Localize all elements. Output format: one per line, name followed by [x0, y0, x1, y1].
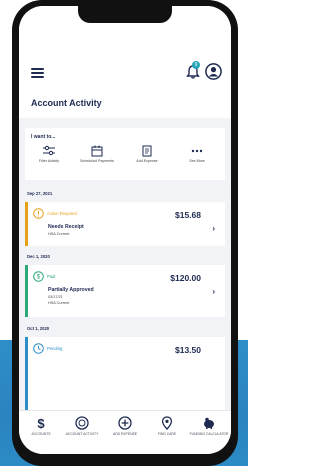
receipt-icon [142, 145, 152, 157]
activity-date: Oct 1, 2020 [27, 326, 50, 331]
nav-add-expense[interactable]: ADD EXPENSE [105, 416, 145, 436]
warning-icon [33, 208, 44, 219]
amount: $120.00 [170, 273, 201, 283]
scheduled-payments-label: Scheduled Payments [80, 159, 114, 163]
nav-label: ADD EXPENSE [112, 432, 138, 436]
phone-notch [78, 6, 172, 23]
page-title: Account Activity [31, 98, 102, 108]
location-pin-icon [161, 416, 173, 430]
hamburger-menu-icon[interactable] [31, 68, 44, 78]
status-bar [25, 265, 28, 317]
sliders-icon [43, 145, 55, 156]
activity-icon [75, 416, 89, 430]
calendar-icon [91, 145, 103, 157]
activity-title: Partially Approved [48, 287, 94, 293]
piggy-bank-icon [204, 417, 214, 429]
pending-clock-icon [33, 343, 44, 354]
scheduled-payments-action[interactable]: Scheduled Payments [79, 145, 115, 164]
add-expense-label: Add Expense [136, 159, 158, 163]
add-expense-action[interactable]: Add Expense [129, 145, 165, 164]
activity-account: HSA Current [48, 232, 70, 236]
nav-label: ACCOUNT ACTIVITY [65, 432, 99, 436]
nav-funding-calculator[interactable]: FUNDING CALCULATOR [189, 416, 229, 436]
activity-card[interactable]: Pending $13.50 [25, 337, 225, 410]
activity-card[interactable]: $ Paid $120.00 Partially Approved 03/17/… [25, 265, 225, 317]
nav-account-activity[interactable]: ACCOUNT ACTIVITY [62, 416, 102, 436]
amount: $15.68 [175, 210, 201, 220]
nav-label: FUNDING CALCULATOR [189, 432, 229, 436]
paid-icon: $ [33, 271, 44, 282]
status-label: Paid [47, 274, 56, 279]
quick-actions-card: I want to... Filter Activity Scheduled P… [25, 128, 225, 180]
see-more-action[interactable]: See More [179, 145, 215, 164]
activity-date: Sep 27, 2021 [27, 191, 53, 196]
profile-icon[interactable] [205, 63, 222, 80]
chevron-right-icon[interactable]: › [212, 224, 215, 233]
plus-circle-icon [118, 416, 132, 430]
activity-account: HSA Current [48, 301, 70, 305]
chevron-right-icon[interactable]: › [212, 287, 215, 296]
activity-date-detail: 03/17/21 [48, 295, 63, 299]
activity-card[interactable]: Action Required $15.68 Needs Receipt HSA… [25, 202, 225, 246]
status-bar [25, 202, 28, 246]
nav-find-care[interactable]: FIND CARE [147, 416, 187, 436]
status-label: Action Required [47, 211, 77, 216]
dollar-icon: $ [37, 416, 45, 430]
filter-activity-action[interactable]: Filter Activity [31, 145, 67, 164]
activity-date: Dec 1, 2020 [27, 254, 50, 259]
svg-text:$: $ [37, 416, 45, 430]
more-dots-icon [191, 149, 203, 153]
quick-actions-heading: I want to... [31, 134, 56, 140]
nav-label: FIND CARE [157, 432, 177, 436]
notification-badge: 9 [192, 61, 200, 69]
activity-title: Needs Receipt [48, 224, 84, 230]
status-label: Pending [47, 346, 63, 351]
bottom-navigation: $ ACCOUNTS ACCOUNT ACTIVITY ADD EXPENSE [19, 410, 231, 454]
svg-text:$: $ [37, 275, 41, 281]
filter-activity-label: Filter Activity [38, 159, 60, 163]
see-more-label: See More [189, 159, 205, 163]
app-screen: 9 Account Activity I want to... Filter A… [19, 6, 231, 454]
amount: $13.50 [175, 345, 201, 355]
nav-accounts[interactable]: $ ACCOUNTS [21, 416, 61, 436]
status-bar [25, 337, 28, 410]
nav-label: ACCOUNTS [31, 432, 51, 436]
